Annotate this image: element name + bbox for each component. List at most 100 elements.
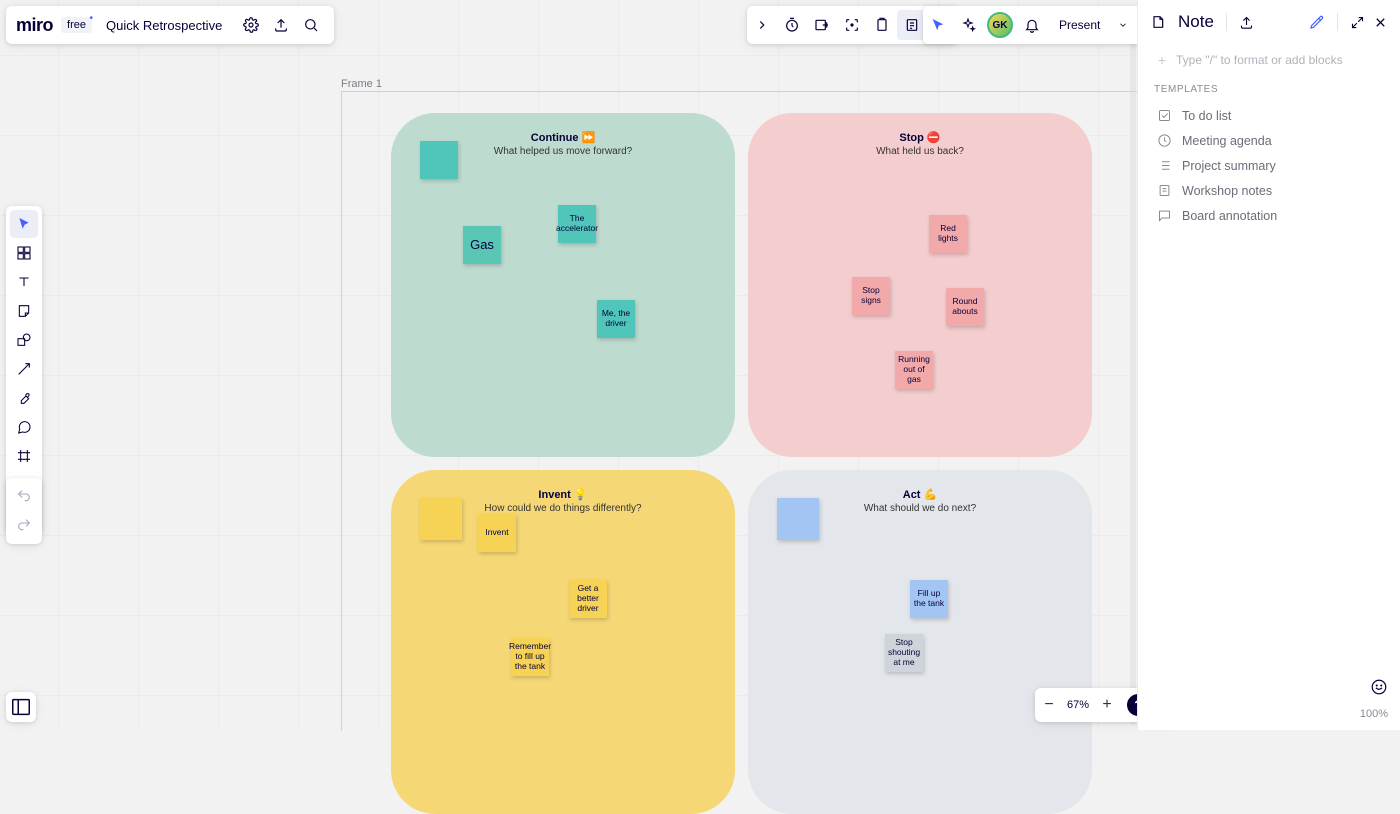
expand-icon[interactable] — [1350, 15, 1365, 30]
sparkle-icon — [960, 17, 976, 33]
note-placeholder: Type "/" to format or add blocks — [1176, 53, 1343, 67]
template-label: To do list — [1182, 109, 1231, 123]
zoom-in-button[interactable]: + — [1093, 696, 1121, 714]
cursor-follow-button[interactable] — [923, 10, 953, 40]
gear-icon — [243, 17, 259, 33]
minimap-toggle[interactable] — [6, 692, 36, 722]
present-button[interactable]: Present — [1047, 10, 1112, 40]
chevron-down-icon — [1118, 20, 1128, 30]
notifications-button[interactable] — [1017, 10, 1047, 40]
sticky-note[interactable]: Gas — [463, 226, 501, 264]
sticky-note[interactable]: Me, the driver — [597, 300, 635, 338]
panel-icon — [10, 696, 32, 718]
checkbox-icon — [1154, 108, 1174, 123]
undo-icon — [16, 488, 32, 504]
frames-button[interactable] — [807, 10, 837, 40]
user-avatar[interactable]: GK — [987, 12, 1013, 38]
export-button[interactable] — [266, 10, 296, 40]
note-title: Note — [1178, 12, 1214, 32]
note-panel: Note + Type "/" to format or add blocks … — [1137, 0, 1400, 730]
search-icon — [303, 17, 319, 33]
pen-tool[interactable] — [10, 384, 38, 412]
cursor-icon — [930, 17, 946, 33]
notes-button[interactable] — [867, 10, 897, 40]
comment-tool[interactable] — [10, 413, 38, 441]
note-chat-button[interactable] — [1370, 678, 1388, 696]
sticky-note[interactable] — [420, 141, 458, 179]
shapes-tool[interactable] — [10, 326, 38, 354]
sticky-icon — [16, 303, 32, 319]
note-body: + Type "/" to format or add blocks TEMPL… — [1138, 44, 1400, 234]
quadrant-title: Stop ⛔ — [748, 131, 1092, 144]
note-icon — [904, 17, 920, 33]
plus-icon: + — [1154, 52, 1170, 68]
sticky-note[interactable]: Invent — [478, 514, 516, 552]
template-summary[interactable]: Project summary — [1152, 153, 1386, 178]
sticky-note[interactable]: Stop shouting at me — [885, 634, 923, 672]
sticky-note[interactable]: Remember to fill up the tank — [511, 638, 549, 676]
template-workshop[interactable]: Workshop notes — [1152, 178, 1386, 203]
template-todo[interactable]: To do list — [1152, 103, 1386, 128]
template-label: Meeting agenda — [1182, 134, 1272, 148]
frame-label[interactable]: Frame 1 — [341, 78, 382, 90]
sticky-note[interactable]: Running out of gas — [895, 351, 933, 389]
note-add-block[interactable]: + Type "/" to format or add blocks — [1152, 50, 1386, 84]
plan-badge[interactable]: free — [61, 17, 92, 33]
sticky-note[interactable]: Round abouts — [946, 288, 984, 326]
board-name[interactable]: Quick Retrospective — [106, 18, 222, 33]
miro-logo[interactable]: miro — [16, 15, 53, 36]
header-left: miro free Quick Retrospective — [6, 6, 334, 44]
settings-button[interactable] — [236, 10, 266, 40]
sticky-note[interactable] — [420, 498, 462, 540]
text-icon — [16, 274, 32, 290]
text-tool[interactable] — [10, 268, 38, 296]
clock-icon — [1154, 133, 1174, 148]
note-header: Note — [1138, 0, 1400, 44]
sticky-note[interactable]: Get a better driver — [569, 580, 607, 618]
template-label: Workshop notes — [1182, 184, 1272, 198]
templates-tool[interactable] — [10, 239, 38, 267]
frame-icon — [16, 448, 32, 464]
clipboard-icon — [874, 17, 890, 33]
undo-button[interactable] — [10, 482, 38, 510]
present-menu-button[interactable] — [1112, 20, 1134, 30]
pen-icon — [16, 390, 32, 406]
chat-icon — [1370, 678, 1388, 696]
edit-icon[interactable] — [1309, 14, 1325, 30]
upload-icon[interactable] — [1239, 15, 1254, 30]
divider — [1226, 13, 1227, 31]
sticky-note[interactable]: Red lights — [929, 215, 967, 253]
zoom-value[interactable]: 67% — [1063, 699, 1093, 711]
quadrant-stop[interactable]: Stop ⛔ What held us back? — [748, 113, 1092, 457]
timer-button[interactable] — [777, 10, 807, 40]
zoom-out-button[interactable]: − — [1035, 696, 1063, 714]
focus-button[interactable] — [837, 10, 867, 40]
grid-icon — [16, 245, 32, 261]
close-icon[interactable] — [1373, 15, 1388, 30]
history-toolbar — [6, 478, 42, 544]
notes-icon — [1154, 183, 1174, 198]
list-icon — [1154, 158, 1174, 173]
sticky-note[interactable]: Fill up the tank — [910, 580, 948, 618]
sticky-note[interactable] — [777, 498, 819, 540]
template-annotation[interactable]: Board annotation — [1152, 203, 1386, 228]
template-agenda[interactable]: Meeting agenda — [1152, 128, 1386, 153]
focus-icon — [844, 17, 860, 33]
sticky-tool[interactable] — [10, 297, 38, 325]
redo-icon — [16, 517, 32, 533]
frame-tool[interactable] — [10, 442, 38, 470]
reactions-button[interactable] — [953, 10, 983, 40]
redo-button[interactable] — [10, 511, 38, 539]
template-label: Board annotation — [1182, 209, 1277, 223]
search-button[interactable] — [296, 10, 326, 40]
sticky-note[interactable]: The accelerator — [558, 205, 596, 243]
note-zoom-value[interactable]: 100% — [1360, 708, 1388, 720]
connector-tool[interactable] — [10, 355, 38, 383]
select-tool[interactable] — [10, 210, 38, 238]
collapse-button[interactable] — [747, 10, 777, 40]
template-label: Project summary — [1182, 159, 1276, 173]
divider — [1337, 13, 1338, 31]
upload-icon — [273, 17, 289, 33]
sticky-note[interactable]: Stop signs — [852, 277, 890, 315]
bell-icon — [1024, 17, 1040, 33]
